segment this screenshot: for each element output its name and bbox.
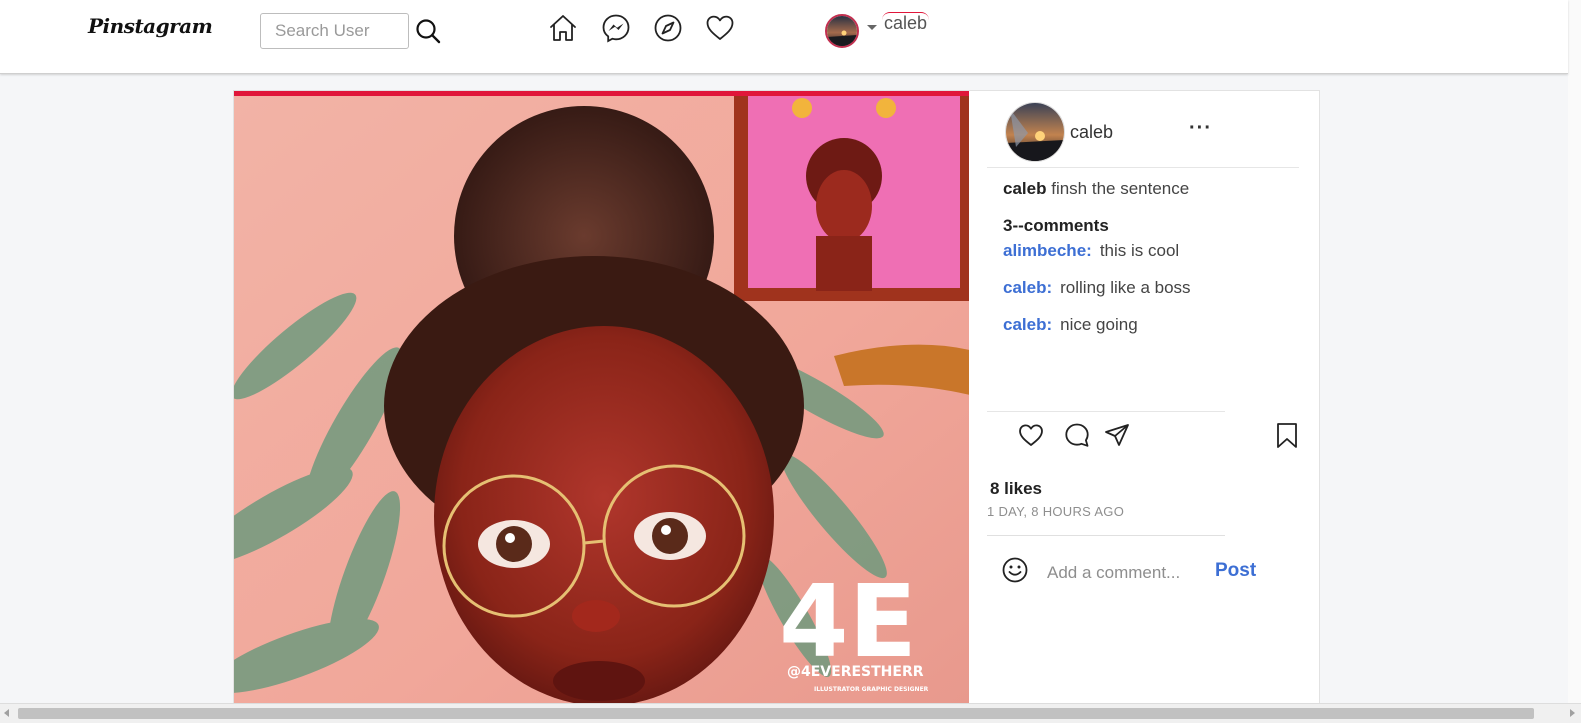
more-options-icon[interactable]: ··· — [1189, 117, 1212, 140]
share-send-icon[interactable] — [1103, 421, 1131, 449]
vertical-scroll-gutter — [1568, 0, 1581, 703]
post-card: 4E @4EVERESTHERR ILLUSTRATOR GRAPHIC DES… — [233, 90, 1320, 723]
scroll-left-arrow-icon[interactable] — [4, 709, 9, 717]
comment-item: alimbeche: this is cool — [1003, 241, 1179, 261]
emoji-smiley-icon[interactable] — [1001, 556, 1029, 584]
scrollbar-thumb[interactable] — [18, 708, 1534, 719]
add-comment-input[interactable] — [1047, 558, 1207, 588]
divider — [987, 167, 1299, 168]
comment-text: rolling like a boss — [1060, 278, 1191, 297]
comment-username[interactable]: caleb: — [1003, 278, 1052, 297]
explore-icon[interactable] — [652, 12, 684, 44]
caption-text: finsh the sentence — [1051, 179, 1190, 198]
comment-bubble-icon[interactable] — [1063, 421, 1091, 449]
search-user-input[interactable] — [260, 13, 409, 49]
heart-icon[interactable] — [704, 12, 736, 44]
post-illustration: 4E @4EVERESTHERR ILLUSTRATOR GRAPHIC DES… — [234, 96, 969, 703]
comment-item: caleb: nice going — [1003, 315, 1138, 335]
divider — [987, 535, 1225, 536]
likes-count[interactable]: 8 likes — [990, 479, 1042, 499]
post-timestamp: 1 DAY, 8 HOURS AGO — [987, 504, 1125, 519]
author-avatar[interactable] — [1005, 102, 1065, 162]
divider — [987, 411, 1225, 412]
watermark-credit: @4EVERESTHERR — [787, 664, 924, 680]
app-logo[interactable]: Pinstagram — [88, 14, 213, 38]
post-caption: caleb finsh the sentence — [1003, 179, 1189, 199]
post-author-name[interactable]: caleb — [1070, 122, 1113, 143]
search-icon[interactable] — [414, 17, 442, 45]
home-icon[interactable] — [547, 12, 579, 44]
messenger-icon[interactable] — [600, 12, 632, 44]
horizontal-scrollbar[interactable] — [0, 703, 1581, 723]
comment-username[interactable]: caleb: — [1003, 315, 1052, 334]
bookmark-icon[interactable] — [1273, 421, 1301, 449]
comments-count[interactable]: 3--comments — [1003, 216, 1109, 236]
top-navbar: Pinstagram caleb — [0, 0, 1568, 74]
scroll-right-arrow-icon[interactable] — [1570, 709, 1575, 717]
chevron-down-icon[interactable] — [867, 25, 877, 30]
comment-text: this is cool — [1099, 241, 1180, 260]
watermark-credit-sub: ILLUSTRATOR GRAPHIC DESIGNER — [814, 686, 929, 693]
profile-username[interactable]: caleb — [882, 12, 930, 38]
watermark-text: 4E — [779, 563, 917, 680]
comment-username[interactable]: alimbeche: — [1003, 241, 1092, 260]
post-image[interactable]: 4E @4EVERESTHERR ILLUSTRATOR GRAPHIC DES… — [234, 91, 969, 703]
comment-text: nice going — [1060, 315, 1138, 334]
profile-avatar[interactable] — [825, 14, 859, 48]
author-avatar-image — [1006, 103, 1064, 161]
post-sidebar: caleb ··· caleb finsh the sentence 3--co… — [969, 91, 1321, 703]
comment-item: caleb: rolling like a boss — [1003, 278, 1191, 298]
avatar-image — [827, 16, 857, 46]
like-heart-icon[interactable] — [1017, 421, 1045, 449]
caption-username[interactable]: caleb — [1003, 179, 1046, 198]
post-comment-button[interactable]: Post — [1215, 560, 1256, 582]
